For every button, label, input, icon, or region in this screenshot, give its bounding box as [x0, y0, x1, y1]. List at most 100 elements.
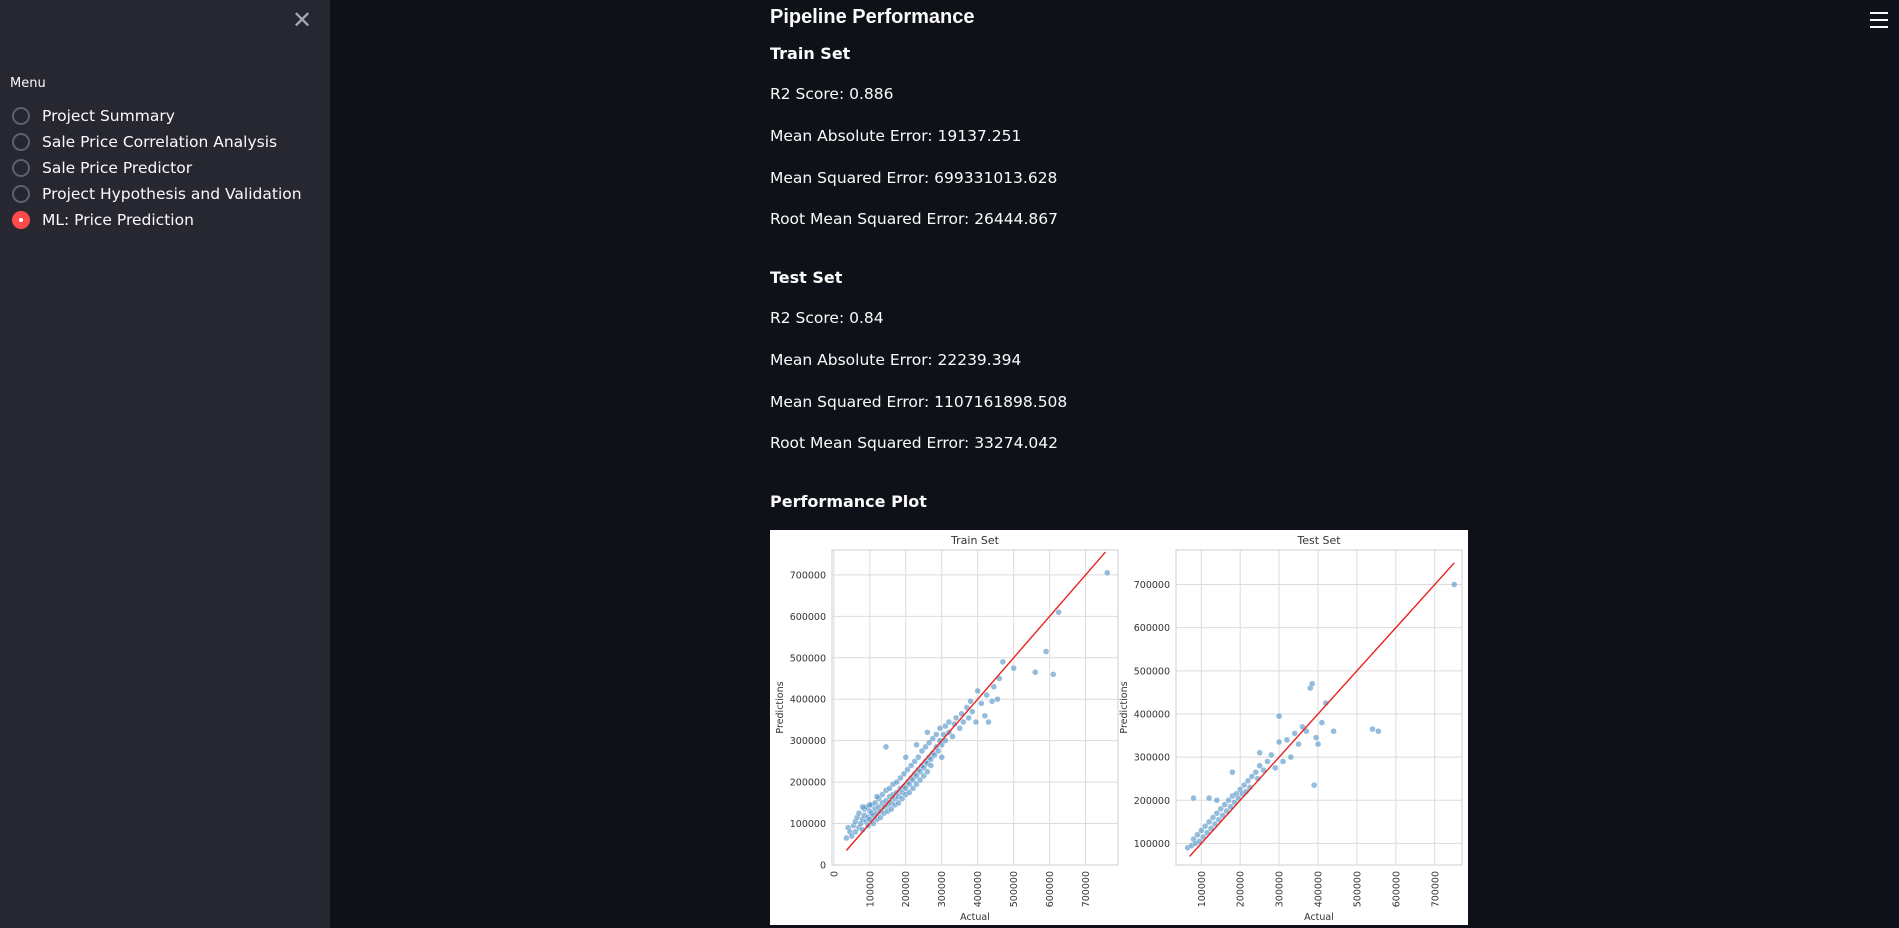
y-tick-label: 200000: [790, 778, 826, 789]
page-radio-group: Project Summary Sale Price Correlation An…: [10, 103, 302, 233]
data-point: [1275, 738, 1283, 746]
y-tick-label: 200000: [1134, 796, 1170, 807]
radio-option-label: Sale Price Predictor: [42, 159, 193, 177]
radio-unchecked-icon[interactable]: [12, 107, 30, 125]
data-point: [990, 683, 998, 690]
y-tick-label: 700000: [790, 570, 826, 581]
scatter-panel-2: Test Set 100000 200000 300000 400000 500000 60…: [1119, 534, 1463, 923]
train-mean-absolute-error: Mean Absolute Error: 19137.251: [770, 127, 1022, 145]
data-point: [915, 754, 922, 761]
data-point: [1318, 719, 1326, 726]
y-tick-label: 300000: [1134, 753, 1170, 764]
y-tick-label: 600000: [1134, 623, 1170, 634]
x-tick-label: 500000: [1009, 871, 1020, 907]
performance-plot-heading: Performance Plot: [770, 492, 927, 511]
data-point: [859, 803, 866, 811]
data-point: [1050, 671, 1057, 678]
close-sidebar-button[interactable]: ✕: [292, 8, 312, 32]
data-point: [1275, 712, 1283, 720]
radio-option-label: Project Hypothesis and Validation: [42, 185, 302, 203]
data-point: [988, 698, 996, 705]
x-tick-label: 400000: [973, 871, 984, 907]
data-point: [1010, 664, 1017, 672]
data-point: [1283, 736, 1291, 744]
data-point: [938, 754, 945, 761]
x-tick-label: 300000: [1275, 871, 1286, 907]
data-point: [1451, 581, 1458, 588]
radio-unchecked-icon[interactable]: [12, 159, 30, 177]
data-point: [972, 718, 980, 726]
data-point: [1256, 749, 1263, 757]
radio-option-label: Sale Price Correlation Analysis: [42, 133, 278, 151]
y-tick-label: 500000: [1134, 666, 1170, 677]
data-point: [1308, 680, 1316, 687]
data-point: [985, 718, 992, 726]
test-mean-absolute-error: Mean Absolute Error: 22239.394: [770, 351, 1022, 369]
y-tick-label: 400000: [1134, 709, 1170, 720]
data-point: [873, 793, 881, 800]
data-point: [934, 747, 942, 755]
page-title: Pipeline Performance: [770, 6, 975, 28]
test-r2-score: R2 Score: 0.84: [770, 309, 884, 327]
radio-option[interactable]: Sale Price Correlation Analysis: [10, 129, 302, 155]
data-point: [927, 762, 935, 769]
radio-option-label: ML: Price Prediction: [42, 211, 194, 229]
data-point: [978, 700, 985, 707]
data-point: [1190, 794, 1197, 802]
data-point: [1291, 730, 1298, 737]
data-point: [1310, 781, 1318, 789]
menu-label: Menu: [10, 76, 46, 91]
x-tick-label: 400000: [1314, 871, 1325, 907]
x-tick-label: 700000: [1081, 871, 1092, 907]
radio-checked-icon[interactable]: [12, 211, 30, 229]
data-point: [967, 698, 974, 705]
reference-line: [1189, 562, 1455, 857]
train-r2-score: R2 Score: 0.886: [770, 85, 894, 103]
data-point: [1032, 669, 1039, 676]
radio-unchecked-icon[interactable]: [12, 185, 30, 203]
data-point: [1264, 758, 1271, 765]
y-tick-label: 500000: [790, 653, 826, 664]
data-point: [866, 801, 873, 809]
data-point: [882, 743, 890, 751]
data-point: [1369, 725, 1376, 733]
data-point: [924, 729, 931, 736]
data-point: [983, 691, 990, 699]
data-point: [1055, 608, 1062, 616]
data-point: [855, 809, 863, 817]
data-point: [945, 718, 953, 726]
y-tick-label: 0: [820, 861, 826, 872]
train-root-mean-squared-error: Root Mean Squared Error: 26444.867: [770, 210, 1059, 228]
y-tick-label: 300000: [790, 736, 826, 747]
performance-plot-image: Train Set 0 100000 200000 300000 400000 500000…: [770, 530, 1468, 925]
data-point: [1229, 769, 1236, 776]
radio-option[interactable]: Project Summary: [10, 103, 302, 129]
data-point: [936, 725, 944, 732]
radio-unchecked-icon[interactable]: [12, 133, 30, 151]
data-point: [952, 714, 960, 722]
radio-option[interactable]: Project Hypothesis and Validation: [10, 181, 302, 207]
data-point: [843, 834, 850, 842]
y-tick-label: 400000: [790, 695, 826, 706]
y-axis-label: Predictions: [775, 681, 786, 733]
data-point: [1279, 758, 1287, 765]
sidebar: ✕ Menu Project Summary Sale Price Correla…: [0, 0, 330, 928]
x-tick-label: 700000: [1430, 871, 1441, 907]
data-point: [960, 718, 967, 726]
data-point: [1104, 569, 1111, 576]
test-mean-squared-error: Mean Squared Error: 1107161898.508: [770, 393, 1068, 411]
data-point: [999, 658, 1007, 666]
chart-title: Test Set: [1296, 534, 1341, 547]
test-set-heading: Test Set: [770, 268, 843, 287]
test-root-mean-squared-error: Root Mean Squared Error: 33274.042: [770, 434, 1059, 452]
data-point: [1252, 769, 1259, 776]
scatter-panel-1: Train Set 0 100000 200000 300000 400000 500000…: [775, 534, 1119, 923]
data-point: [1295, 740, 1302, 748]
hamburger-menu-icon[interactable]: [1870, 12, 1888, 28]
radio-option[interactable]: ML: Price Prediction: [10, 207, 302, 233]
radio-option[interactable]: Sale Price Predictor: [10, 155, 302, 181]
train-mean-squared-error: Mean Squared Error: 699331013.628: [770, 169, 1058, 187]
x-tick-label: 100000: [865, 871, 876, 907]
y-tick-label: 100000: [1134, 839, 1170, 850]
train-set-heading: Train Set: [770, 44, 851, 63]
